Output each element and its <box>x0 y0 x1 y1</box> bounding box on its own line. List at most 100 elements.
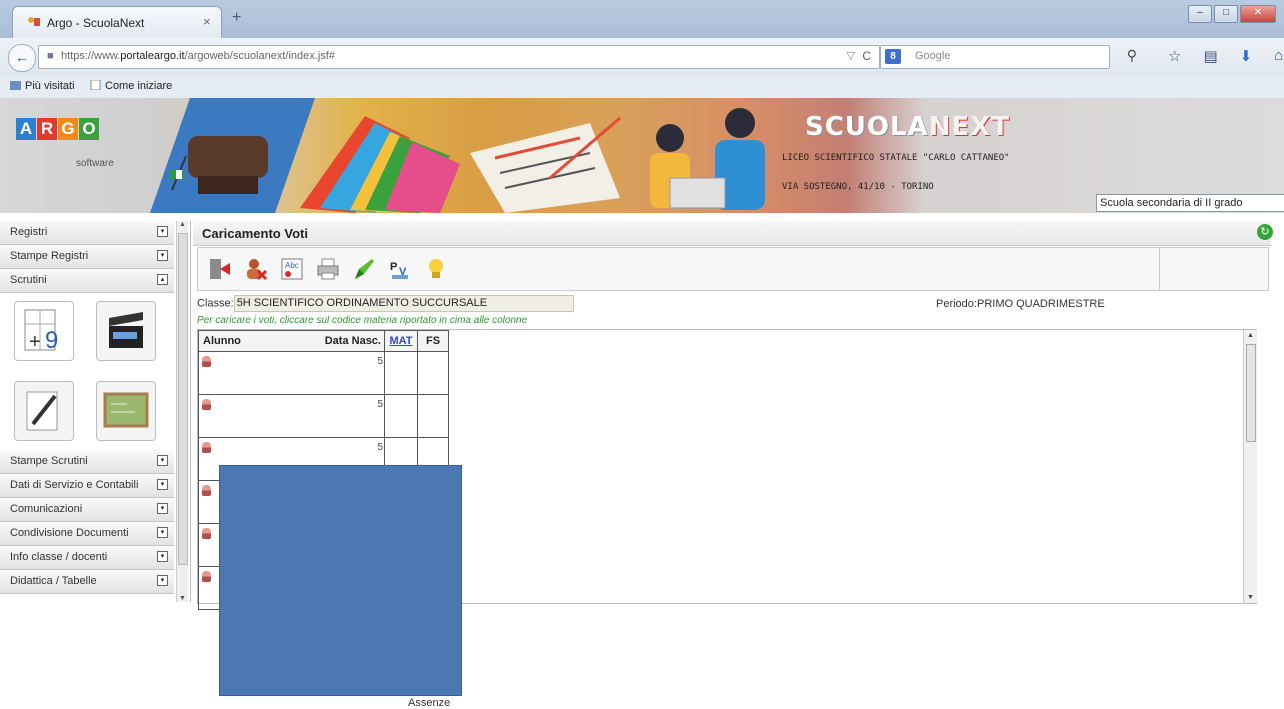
student-cell[interactable]: 5 <box>198 351 385 395</box>
bookmark-star-icon[interactable]: ☆ <box>1168 47 1181 65</box>
sidebar-item-didattica[interactable]: Didattica / Tabelle ▾ <box>0 570 174 594</box>
logo-letter-o: O <box>79 118 99 140</box>
pv-icon[interactable]: PV <box>388 257 412 281</box>
scroll-down-icon[interactable]: ▼ <box>179 595 186 602</box>
maximize-icon[interactable]: □ <box>1214 5 1238 23</box>
spellcheck-icon[interactable]: Abc <box>280 257 304 281</box>
scroll-up-icon[interactable]: ▲ <box>1247 332 1254 339</box>
bookmark-come-iniziare[interactable]: Come iniziare <box>90 80 172 92</box>
logout-icon[interactable] <box>208 257 232 281</box>
browser-tab-bar: Argo - ScuolaNext × + – □ ✕ <box>0 0 1284 39</box>
table-header-row: Alunno Data Nasc. MAT FS <box>198 330 449 352</box>
argo-favicon-icon <box>28 17 40 26</box>
browser-toolbar-icons: ☆ ▤ ⬇ ⌂ <box>1168 47 1283 65</box>
scroll-thumb[interactable] <box>178 233 188 565</box>
download-icon[interactable]: ⬇ <box>1240 47 1253 65</box>
school-type-select[interactable]: Scuola secondaria di II grado <box>1096 194 1284 212</box>
sidebar-item-stampe-registri[interactable]: Stampe Registri ▾ <box>0 245 174 269</box>
page-icon <box>90 80 101 90</box>
clapperboard-tile-icon[interactable] <box>96 301 156 361</box>
bookmark-piu-visitati[interactable]: Più visitati <box>10 80 75 92</box>
sidebar-item-stampe-scrutini[interactable]: Stampe Scrutini ▾ <box>0 450 174 474</box>
sidebar-item-info-classe[interactable]: Info classe / docenti ▾ <box>0 546 174 570</box>
chalkboard-tile-icon[interactable] <box>96 381 156 441</box>
minimize-icon[interactable]: – <box>1188 5 1212 23</box>
lightbulb-icon[interactable] <box>424 257 448 281</box>
url-text: https://www.portaleargo.it/argoweb/scuol… <box>61 50 335 62</box>
expand-icon[interactable]: ▾ <box>157 575 168 586</box>
panel-header: Caricamento Voti ↻ <box>193 221 1273 246</box>
collapse-icon[interactable]: ▴ <box>157 274 168 285</box>
sidebar-item-scrutini[interactable]: Scrutini ▴ <box>0 269 174 293</box>
scroll-down-icon[interactable]: ▼ <box>1247 594 1254 601</box>
home-icon[interactable]: ⌂ <box>1274 47 1283 65</box>
voti-grid-tile-icon[interactable]: 9 + <box>14 301 74 361</box>
mat-grade-cell[interactable] <box>384 351 418 395</box>
expand-icon[interactable]: ▾ <box>157 226 168 237</box>
classe-row: Classe: 5H SCIENTIFICO ORDINAMENTO SUCCUR… <box>197 295 574 312</box>
school-address: VIA SOSTEGNO, 41/10 - TORINO <box>782 182 934 192</box>
fs-grade-cell[interactable] <box>417 394 449 438</box>
bookmarks-list-icon[interactable]: ▤ <box>1203 47 1217 65</box>
tab-close-icon[interactable]: × <box>203 14 211 29</box>
search-icon[interactable]: ⚲ <box>1127 47 1137 64</box>
expand-icon[interactable]: ▾ <box>157 527 168 538</box>
expand-icon[interactable]: ▾ <box>157 455 168 466</box>
student-icon <box>202 485 211 496</box>
scroll-thumb[interactable] <box>1246 344 1256 442</box>
column-alunno: Alunno Data Nasc. <box>198 330 385 352</box>
argo-logo: ARGO software <box>16 118 114 169</box>
classe-value: 5H SCIENTIFICO ORDINAMENTO SUCCURSALE <box>233 295 574 312</box>
banner-illustration <box>150 98 765 213</box>
browser-tab[interactable]: Argo - ScuolaNext × <box>12 6 222 39</box>
sidebar-item-condivisione-documenti[interactable]: Condivisione Documenti ▾ <box>0 522 174 546</box>
sidebar-item-registri[interactable]: Registri ▾ <box>0 221 174 245</box>
back-button[interactable]: ← <box>8 44 36 72</box>
student-icon <box>202 356 211 367</box>
window-controls: – □ ✕ <box>1188 5 1276 23</box>
svg-text:P: P <box>390 261 397 273</box>
subject-mat-link[interactable]: MAT <box>389 335 412 347</box>
history-dropdown-icon[interactable]: ▽ <box>847 49 855 62</box>
search-bar[interactable]: 8 Google ⚲ <box>880 45 1137 69</box>
student-cell[interactable]: 5 <box>198 394 385 438</box>
mat-grade-cell[interactable] <box>384 394 418 438</box>
pencil-tile-icon[interactable] <box>14 381 74 441</box>
table-row: 5 <box>198 351 449 395</box>
redacted-student-names <box>219 465 462 696</box>
expand-icon[interactable]: ▾ <box>157 503 168 514</box>
page-title: Caricamento Voti <box>202 226 308 241</box>
grid-scrollbar[interactable]: ▲ ▼ <box>1243 330 1257 603</box>
column-fs[interactable]: FS <box>417 330 449 352</box>
expand-icon[interactable]: ▾ <box>157 479 168 490</box>
pencil-green-icon[interactable] <box>352 257 376 281</box>
fs-grade-cell[interactable] <box>417 351 449 395</box>
sidebar-scrollbar[interactable]: ▲ ▼ <box>176 221 188 602</box>
birth-date-fragment: 5 <box>377 442 383 453</box>
sidebar-item-comunicazioni[interactable]: Comunicazioni ▾ <box>0 498 174 522</box>
toolbar-separator <box>1159 248 1160 290</box>
expand-icon[interactable]: ▾ <box>157 551 168 562</box>
refresh-icon[interactable]: ↻ <box>1257 224 1273 240</box>
new-tab-button[interactable]: + <box>232 9 241 27</box>
toolbar: Abc PV <box>197 247 1269 291</box>
printer-icon[interactable] <box>316 257 340 281</box>
address-bar[interactable]: ■ https://www.portaleargo.it/argoweb/scu… <box>38 45 880 69</box>
instruction-hint: Per caricare i voti, cliccare sul codice… <box>197 315 528 326</box>
reload-icon[interactable]: C <box>862 49 871 63</box>
svg-text:+: + <box>29 331 41 353</box>
logo-letter-r: R <box>37 118 57 140</box>
student-icon <box>202 571 211 582</box>
expand-icon[interactable]: ▾ <box>157 250 168 261</box>
close-window-icon[interactable]: ✕ <box>1240 5 1276 23</box>
scroll-up-icon[interactable]: ▲ <box>179 221 186 228</box>
navigation-bar: ← ■ https://www.portaleargo.it/argoweb/s… <box>0 38 1284 77</box>
column-mat[interactable]: MAT <box>384 330 418 352</box>
sidebar-item-dati-servizio[interactable]: Dati di Servizio e Contabili ▾ <box>0 474 174 498</box>
google-icon[interactable]: 8 <box>885 49 901 64</box>
periodo: Periodo:PRIMO QUADRIMESTRE <box>936 298 1105 310</box>
user-remove-icon[interactable] <box>244 257 268 281</box>
classe-label: Classe: <box>197 297 234 310</box>
table-row: 5 <box>198 394 449 438</box>
periodo-value: PRIMO QUADRIMESTRE <box>976 298 1105 310</box>
